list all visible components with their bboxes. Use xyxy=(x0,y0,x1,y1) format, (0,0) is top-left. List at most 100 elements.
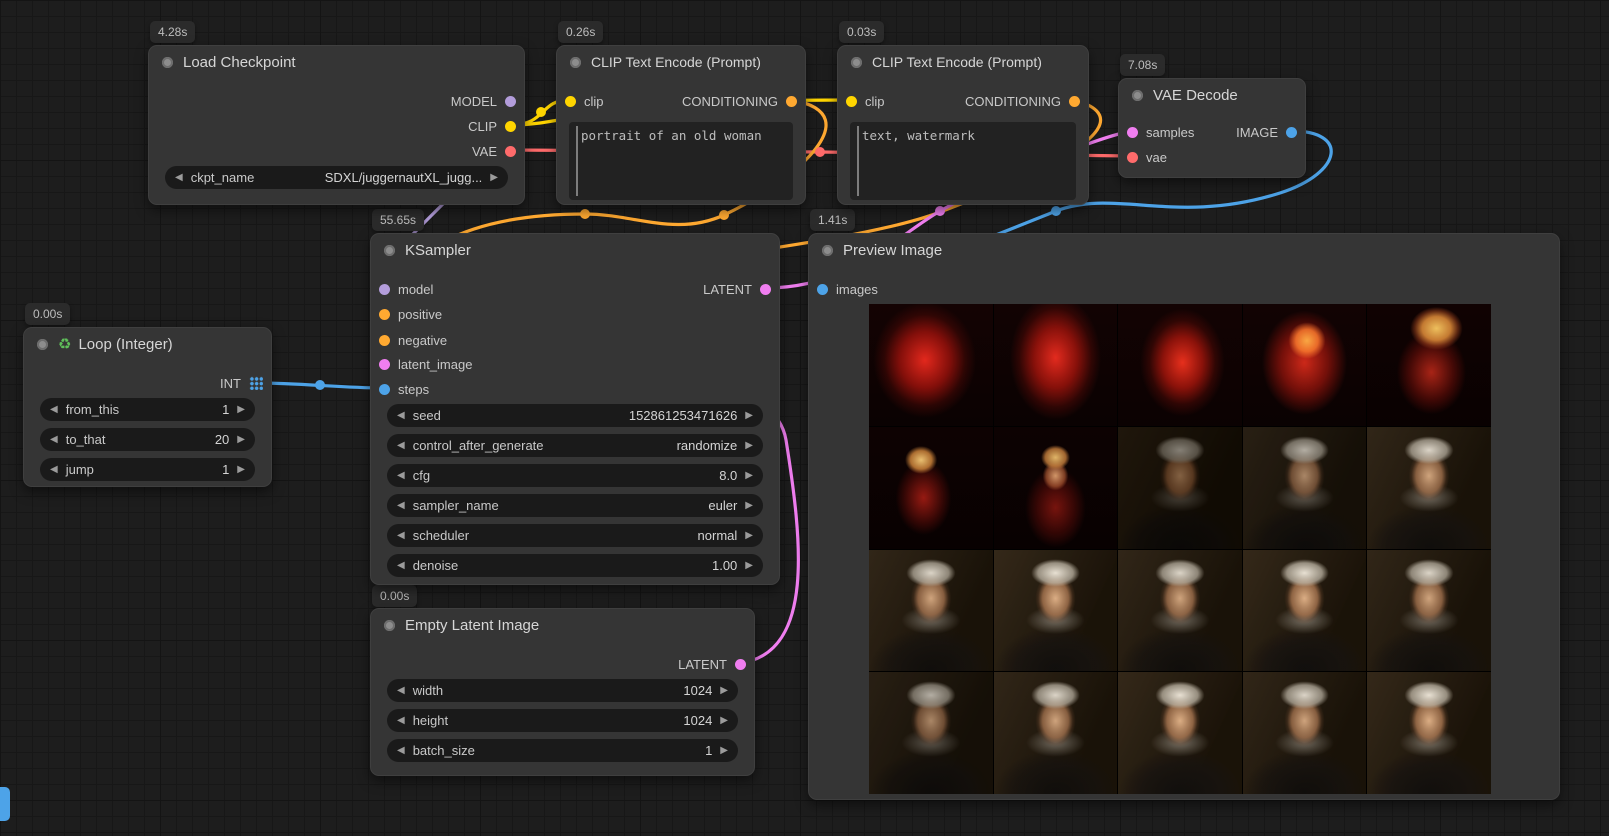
widget-control-after-generate[interactable]: ◀ control_after_generate randomize ▶ xyxy=(387,434,763,457)
widget-cfg[interactable]: ◀ cfg 8.0 ▶ xyxy=(387,464,763,487)
increment-arrow-icon[interactable]: ▶ xyxy=(490,173,498,183)
widget-label: from_this xyxy=(66,402,119,417)
widget-height[interactable]: ◀ height 1024 ▶ xyxy=(387,709,738,732)
preview-image-cell xyxy=(1243,672,1367,794)
node-vae-decode[interactable]: VAE Decode samples vae IMAGE xyxy=(1118,78,1306,178)
node-header[interactable]: CLIP Text Encode (Prompt) xyxy=(557,46,805,78)
increment-arrow-icon[interactable]: ▶ xyxy=(237,435,245,445)
widget-jump[interactable]: ◀ jump 1 ▶ xyxy=(40,458,255,481)
increment-arrow-icon[interactable]: ▶ xyxy=(237,465,245,475)
conditioning-socket[interactable] xyxy=(1069,96,1080,107)
widget-seed[interactable]: ◀ seed 152861253471626 ▶ xyxy=(387,404,763,427)
node-header[interactable]: VAE Decode xyxy=(1119,79,1305,111)
node-loop-integer[interactable]: ♻ Loop (Integer) INT ◀ from_this 1 ▶ ◀ t… xyxy=(23,327,272,487)
increment-arrow-icon[interactable]: ▶ xyxy=(720,746,728,756)
node-empty-latent-image[interactable]: Empty Latent Image LATENT ◀ width 1024 ▶… xyxy=(370,608,755,776)
preview-image-cell xyxy=(994,672,1118,794)
samples-input-socket[interactable] xyxy=(1127,127,1138,138)
decrement-arrow-icon[interactable]: ◀ xyxy=(397,746,405,756)
output-slot-model: MODEL xyxy=(451,90,516,112)
widget-ckpt-name[interactable]: ◀ ckpt_name SDXL/juggernautXL_jugg... ▶ xyxy=(165,166,508,189)
node-header[interactable]: Empty Latent Image xyxy=(371,609,754,641)
prompt-textarea[interactable]: portrait of an old woman xyxy=(569,122,793,200)
decrement-arrow-icon[interactable]: ◀ xyxy=(397,716,405,726)
clip-input-socket[interactable] xyxy=(565,96,576,107)
vae-socket[interactable] xyxy=(505,146,516,157)
increment-arrow-icon[interactable]: ▶ xyxy=(720,686,728,696)
node-status-dot xyxy=(570,57,581,68)
clip-input-socket[interactable] xyxy=(846,96,857,107)
widget-batch-size[interactable]: ◀ batch_size 1 ▶ xyxy=(387,739,738,762)
decrement-arrow-icon[interactable]: ◀ xyxy=(50,465,58,475)
widget-denoise[interactable]: ◀ denoise 1.00 ▶ xyxy=(387,554,763,577)
decrement-arrow-icon[interactable]: ◀ xyxy=(50,405,58,415)
decrement-arrow-icon[interactable]: ◀ xyxy=(397,561,405,571)
decrement-arrow-icon[interactable]: ◀ xyxy=(397,411,405,421)
latent-socket[interactable] xyxy=(760,284,771,295)
slot-label: clip xyxy=(584,94,604,109)
node-clip-text-encode-positive[interactable]: CLIP Text Encode (Prompt) clip CONDITION… xyxy=(556,45,806,205)
widget-sampler-name[interactable]: ◀ sampler_name euler ▶ xyxy=(387,494,763,517)
positive-input-socket[interactable] xyxy=(379,309,390,320)
offscreen-node-edge[interactable] xyxy=(0,787,10,821)
preview-image-cell xyxy=(869,672,993,794)
widget-label: ckpt_name xyxy=(191,170,255,185)
reroute-dot xyxy=(536,107,546,117)
increment-arrow-icon[interactable]: ▶ xyxy=(745,441,753,451)
latent-socket[interactable] xyxy=(735,659,746,670)
increment-arrow-icon[interactable]: ▶ xyxy=(745,561,753,571)
decrement-arrow-icon[interactable]: ◀ xyxy=(397,501,405,511)
decrement-arrow-icon[interactable]: ◀ xyxy=(397,686,405,696)
input-slot-images: images xyxy=(817,278,878,300)
increment-arrow-icon[interactable]: ▶ xyxy=(237,405,245,415)
decrement-arrow-icon[interactable]: ◀ xyxy=(397,531,405,541)
node-header[interactable]: Load Checkpoint xyxy=(149,46,524,78)
node-header[interactable]: CLIP Text Encode (Prompt) xyxy=(838,46,1088,78)
image-socket[interactable] xyxy=(1286,127,1297,138)
node-clip-text-encode-negative[interactable]: CLIP Text Encode (Prompt) clip CONDITION… xyxy=(837,45,1089,205)
input-slot-negative: negative xyxy=(379,329,447,351)
steps-input-socket[interactable] xyxy=(379,384,390,395)
increment-arrow-icon[interactable]: ▶ xyxy=(745,471,753,481)
model-input-socket[interactable] xyxy=(379,284,390,295)
increment-arrow-icon[interactable]: ▶ xyxy=(745,501,753,511)
decrement-arrow-icon[interactable]: ◀ xyxy=(397,441,405,451)
widget-width[interactable]: ◀ width 1024 ▶ xyxy=(387,679,738,702)
node-title: CLIP Text Encode (Prompt) xyxy=(872,54,1042,70)
model-socket[interactable] xyxy=(505,96,516,107)
increment-arrow-icon[interactable]: ▶ xyxy=(745,531,753,541)
node-header[interactable]: Preview Image xyxy=(809,234,1559,266)
node-header[interactable]: KSampler xyxy=(371,234,779,266)
widget-scheduler[interactable]: ◀ scheduler normal ▶ xyxy=(387,524,763,547)
timing-badge: 7.08s xyxy=(1120,54,1165,76)
slot-label: steps xyxy=(398,382,429,397)
images-input-socket[interactable] xyxy=(817,284,828,295)
node-header[interactable]: ♻ Loop (Integer) xyxy=(24,328,271,360)
increment-arrow-icon[interactable]: ▶ xyxy=(745,411,753,421)
latent-image-input-socket[interactable] xyxy=(379,359,390,370)
node-load-checkpoint[interactable]: Load Checkpoint MODEL CLIP VAE ◀ ckpt_na… xyxy=(148,45,525,205)
decrement-arrow-icon[interactable]: ◀ xyxy=(50,435,58,445)
output-slot-clip: CLIP xyxy=(468,115,516,137)
clip-socket[interactable] xyxy=(505,121,516,132)
decrement-arrow-icon[interactable]: ◀ xyxy=(397,471,405,481)
slot-label: VAE xyxy=(472,144,497,159)
int-output-grid-icon[interactable] xyxy=(249,376,263,390)
node-ksampler[interactable]: KSampler model positive negative latent_… xyxy=(370,233,780,585)
prompt-textarea[interactable]: text, watermark xyxy=(850,122,1076,200)
widget-label: to_that xyxy=(66,432,106,447)
conditioning-socket[interactable] xyxy=(786,96,797,107)
node-status-dot xyxy=(384,620,395,631)
timing-badge: 0.03s xyxy=(839,21,884,43)
preview-image-cell xyxy=(1367,550,1491,672)
reroute-dot xyxy=(580,209,590,219)
widget-to-that[interactable]: ◀ to_that 20 ▶ xyxy=(40,428,255,451)
node-preview-image[interactable]: Preview Image images xyxy=(808,233,1560,800)
decrement-arrow-icon[interactable]: ◀ xyxy=(175,173,183,183)
increment-arrow-icon[interactable]: ▶ xyxy=(720,716,728,726)
vae-input-socket[interactable] xyxy=(1127,152,1138,163)
widget-label: denoise xyxy=(413,558,459,573)
preview-image-cell xyxy=(1243,304,1367,426)
widget-from-this[interactable]: ◀ from_this 1 ▶ xyxy=(40,398,255,421)
negative-input-socket[interactable] xyxy=(379,335,390,346)
